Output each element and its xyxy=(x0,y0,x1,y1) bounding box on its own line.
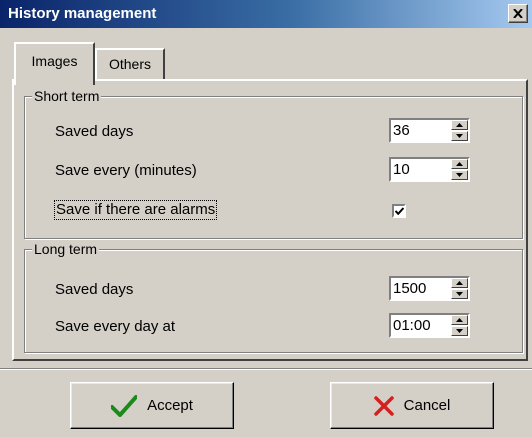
tab-others-label: Others xyxy=(108,56,151,72)
short-term-title: Short term xyxy=(32,88,102,104)
close-icon xyxy=(513,9,523,18)
long-term-title: Long term xyxy=(32,241,100,257)
accept-label: Accept xyxy=(147,397,193,414)
title-bar: History management xyxy=(0,0,532,28)
close-button[interactable] xyxy=(508,4,528,23)
cancel-label: Cancel xyxy=(403,397,451,414)
cross-icon xyxy=(373,395,394,416)
accept-button[interactable]: Accept xyxy=(70,382,234,429)
window-title: History management xyxy=(8,5,157,22)
tab-images[interactable]: Images xyxy=(14,42,95,85)
tab-images-label: Images xyxy=(31,53,78,69)
cancel-button[interactable]: Cancel xyxy=(330,382,494,429)
tab-others[interactable]: Others xyxy=(95,48,165,79)
checkmark-icon xyxy=(111,394,138,417)
separator xyxy=(0,368,532,370)
tab-panel xyxy=(12,79,528,361)
